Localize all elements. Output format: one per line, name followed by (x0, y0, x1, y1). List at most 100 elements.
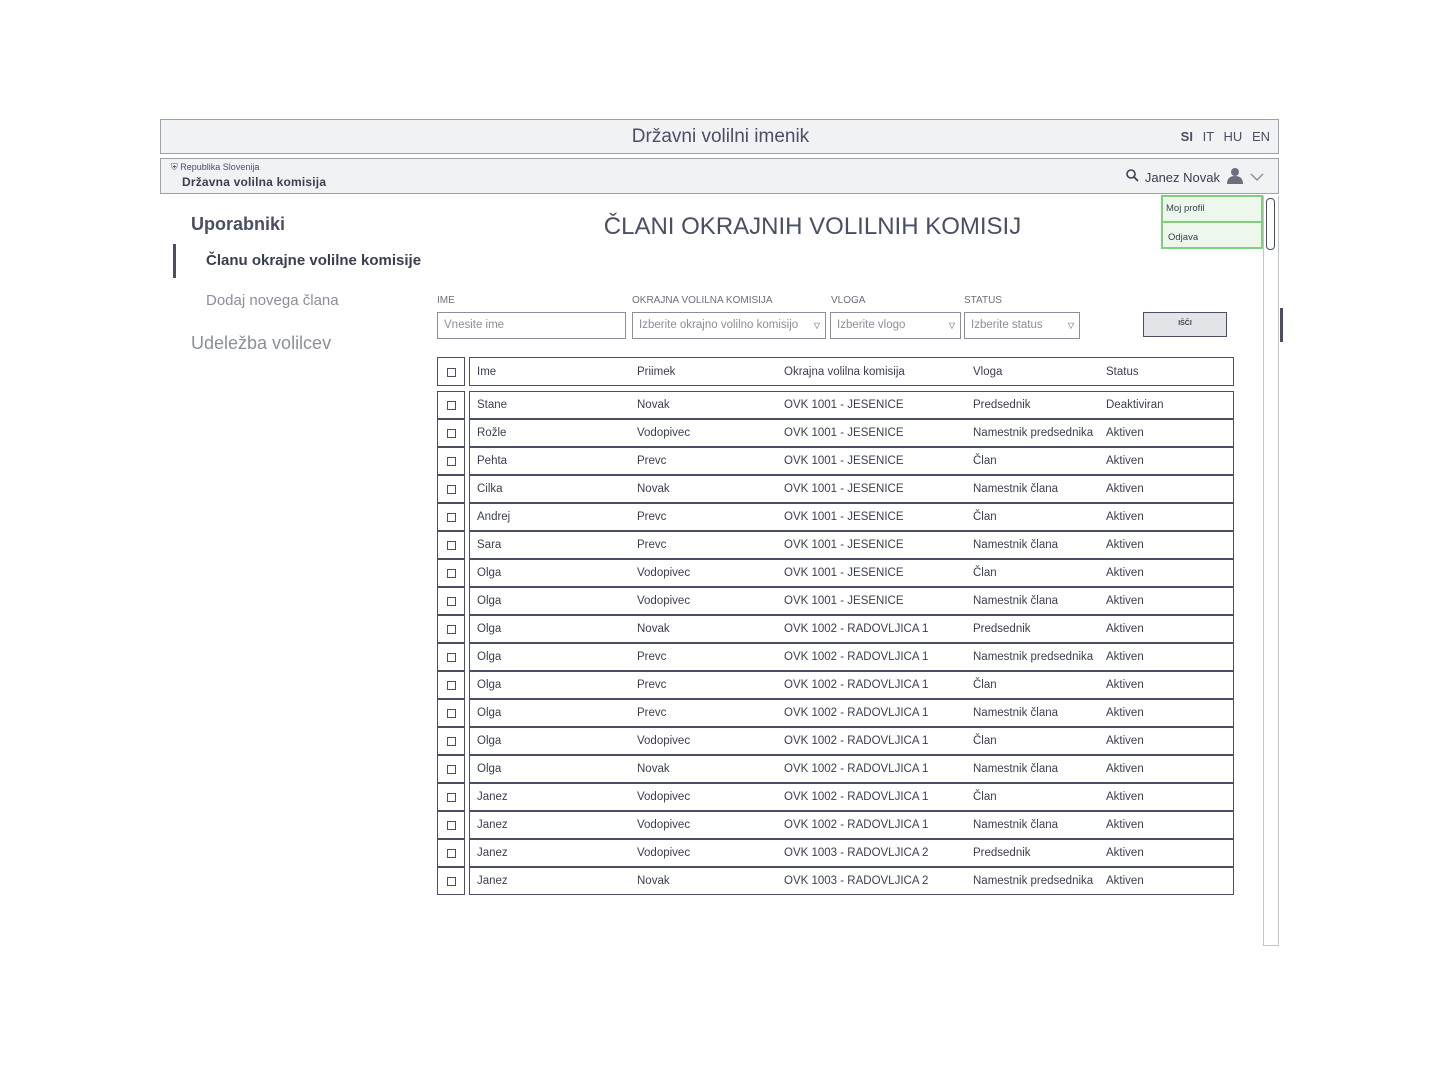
cell-ovk: OVK 1002 - RADOVLJICA 1 (784, 707, 929, 719)
cell-surname: Vodopivec (637, 847, 691, 859)
edge-marker (1280, 308, 1283, 342)
ovk-filter-label: OKRAJNA VOLILNA KOMISIJA (632, 295, 773, 306)
table-row[interactable]: Sara Prevc OVK 1001 - JESENICE Namestnik čl… (469, 531, 1234, 559)
sidebar-title[interactable]: Uporabniki (191, 214, 285, 235)
row-checkbox[interactable] (447, 429, 456, 438)
row-checkbox[interactable] (447, 625, 456, 634)
cell-surname: Prevc (637, 651, 667, 663)
table-row[interactable]: Janez Vodopivec OVK 1002 - RADOVLJICA 1 Nam… (469, 811, 1234, 839)
table-row[interactable]: Pehta Prevc OVK 1001 - JESENICE Član Aktiven (469, 447, 1234, 475)
row-checkbox[interactable] (447, 653, 456, 662)
table-row[interactable]: Janez Vodopivec OVK 1003 - RADOVLJICA 2 Pre… (469, 839, 1234, 867)
cell-status: Aktiven (1106, 819, 1144, 831)
sidebar-item-members[interactable]: Članu okrajne volilne komisije (206, 252, 421, 269)
logo-org-name: Državna volilna komisija (182, 175, 327, 189)
cell-name: Olga (477, 763, 502, 775)
user-avatar-icon[interactable] (1226, 167, 1244, 187)
name-filter-input[interactable]: Vnesite ime (437, 312, 626, 339)
sidebar-item-add-member[interactable]: Dodaj novega člana (206, 292, 339, 309)
table-row[interactable]: Rožle Vodopivec OVK 1001 - JESENICE Namestn… (469, 419, 1234, 447)
role-filter-select[interactable]: Izberite vlogo ▽ (830, 312, 961, 339)
row-checkbox-cell (437, 419, 465, 447)
row-checkbox[interactable] (447, 821, 456, 830)
ovk-filter-select[interactable]: Izberite okrajno volilno komisijo ▽ (632, 312, 826, 339)
row-checkbox[interactable] (447, 485, 456, 494)
lang-it[interactable]: IT (1203, 129, 1214, 144)
table-row[interactable]: Olga Vodopivec OVK 1001 - JESENICE Namestni… (469, 587, 1234, 615)
table-row[interactable]: Cilka Novak OVK 1001 - JESENICE Namestnik č… (469, 475, 1234, 503)
cell-surname: Novak (637, 763, 670, 775)
chevron-down-icon[interactable] (1250, 170, 1264, 185)
row-checkbox[interactable] (447, 513, 456, 522)
user-name[interactable]: Janez Novak (1145, 170, 1220, 185)
table-row[interactable]: Olga Prevc OVK 1002 - RADOVLJICA 1 Namestni… (469, 699, 1234, 727)
cell-ovk: OVK 1002 - RADOVLJICA 1 (784, 623, 929, 635)
status-filter-select[interactable]: Izberite status ▽ (964, 312, 1080, 339)
cell-role: Predsednik (973, 847, 1031, 859)
lang-si[interactable]: SI (1181, 129, 1193, 144)
row-checkbox-cell (437, 727, 465, 755)
col-header-name[interactable]: Ime (477, 366, 496, 378)
table-row[interactable]: Stane Novak OVK 1001 - JESENICE Predsednik D… (469, 391, 1234, 419)
scrollbar-track[interactable] (1263, 196, 1279, 946)
search-button[interactable]: IŠČI (1143, 312, 1227, 337)
col-header-ovk[interactable]: Okrajna volilna komisija (784, 366, 905, 378)
table-row[interactable]: Olga Prevc OVK 1002 - RADOVLJICA 1 Član Akti… (469, 671, 1234, 699)
row-checkbox[interactable] (447, 597, 456, 606)
row-checkbox[interactable] (447, 709, 456, 718)
row-checkbox[interactable] (447, 877, 456, 886)
cell-status: Aktiven (1106, 623, 1144, 635)
row-checkbox[interactable] (447, 457, 456, 466)
row-checkbox[interactable] (447, 765, 456, 774)
sidebar-item-turnout[interactable]: Udeležba volilcev (191, 333, 331, 354)
cell-ovk: OVK 1002 - RADOVLJICA 1 (784, 735, 929, 747)
cell-name: Andrej (477, 511, 511, 523)
table-row[interactable]: Andrej Prevc OVK 1001 - JESENICE Član Aktive… (469, 503, 1234, 531)
lang-en[interactable]: EN (1252, 129, 1270, 144)
role-filter-value: Izberite vlogo (837, 319, 906, 331)
table-row[interactable]: Olga Vodopivec OVK 1001 - JESENICE Član Akti… (469, 559, 1234, 587)
row-checkbox-cell (437, 755, 465, 783)
row-checkbox[interactable] (447, 793, 456, 802)
cell-ovk: OVK 1001 - JESENICE (784, 427, 904, 439)
row-checkbox[interactable] (447, 681, 456, 690)
page-title: ČLANI OKRAJNIH VOLILNIH KOMISIJ (603, 213, 1022, 240)
col-header-role[interactable]: Vloga (973, 366, 1002, 378)
row-checkbox-cell (437, 643, 465, 671)
dropdown-arrow-icon: ▽ (948, 321, 955, 330)
col-header-status[interactable]: Status (1106, 366, 1139, 378)
table-header: Ime Priimek Okrajna volilna komisija Vlo… (469, 357, 1234, 386)
name-filter-label: IME (437, 295, 455, 306)
table-row[interactable]: Janez Vodopivec OVK 1002 - RADOVLJICA 1 Čla… (469, 783, 1234, 811)
table-row[interactable]: Olga Prevc OVK 1002 - RADOVLJICA 1 Namestni… (469, 643, 1234, 671)
lang-hu[interactable]: HU (1224, 129, 1243, 144)
cell-status: Aktiven (1106, 875, 1144, 887)
search-icon[interactable] (1126, 169, 1139, 185)
cell-status: Aktiven (1106, 651, 1144, 663)
cell-ovk: OVK 1001 - JESENICE (784, 511, 904, 523)
row-checkbox-cell (437, 531, 465, 559)
row-checkbox-cell (437, 811, 465, 839)
row-checkbox[interactable] (447, 401, 456, 410)
cell-name: Janez (477, 791, 508, 803)
row-checkbox[interactable] (447, 737, 456, 746)
cell-surname: Novak (637, 875, 670, 887)
scrollbar-thumb[interactable] (1266, 198, 1275, 250)
cell-surname: Vodopivec (637, 791, 691, 803)
cell-role: Predsednik (973, 623, 1031, 635)
cell-surname: Vodopivec (637, 819, 691, 831)
select-all-checkbox[interactable] (447, 368, 456, 377)
cell-ovk: OVK 1002 - RADOVLJICA 1 (784, 679, 929, 691)
row-checkbox[interactable] (447, 849, 456, 858)
cell-role: Namestnik predsednika (973, 651, 1094, 663)
col-header-surname[interactable]: Priimek (637, 366, 675, 378)
cell-name: Pehta (477, 455, 508, 467)
cell-status: Aktiven (1106, 567, 1144, 579)
table-row[interactable]: Janez Novak OVK 1003 - RADOVLJICA 2 Namestn… (469, 867, 1234, 895)
row-checkbox[interactable] (447, 541, 456, 550)
table-row[interactable]: Olga Novak OVK 1002 - RADOVLJICA 1 Predsedn… (469, 615, 1234, 643)
table-row[interactable]: Olga Novak OVK 1002 - RADOVLJICA 1 Namestni… (469, 755, 1234, 783)
table-row[interactable]: Olga Vodopivec OVK 1002 - RADOVLJICA 1 Član… (469, 727, 1234, 755)
row-checkbox[interactable] (447, 569, 456, 578)
logo: ⛨ Republika Slovenija (171, 162, 259, 173)
